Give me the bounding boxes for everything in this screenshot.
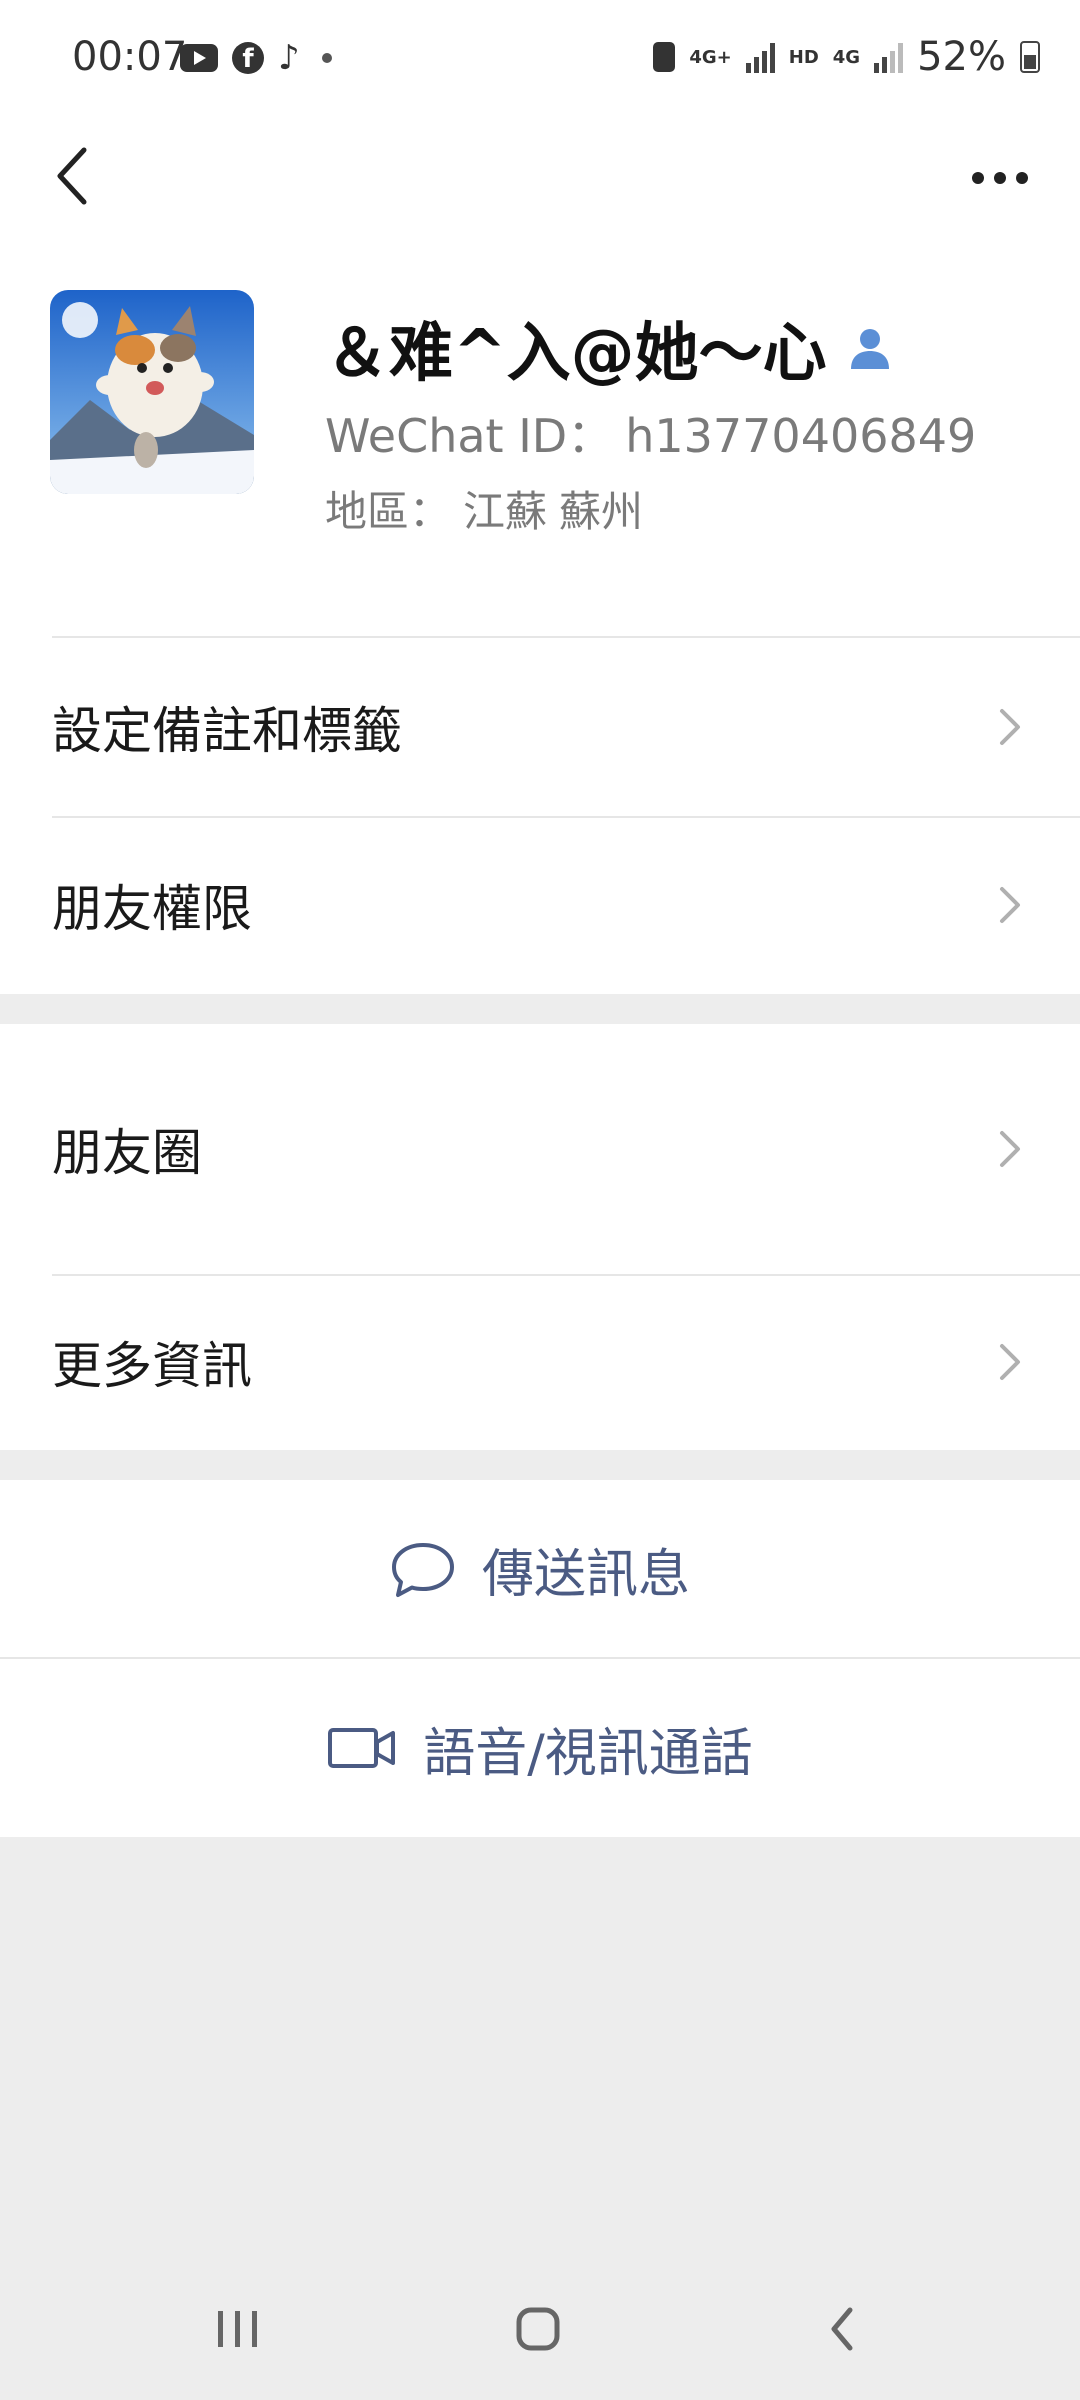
back-arrow-icon: [831, 2307, 853, 2351]
voice-video-call-button[interactable]: 語音/視訊通話: [0, 1659, 1080, 1837]
more-notifications-dot-icon: [321, 53, 332, 63]
wechat-id-label: WeChat ID：: [325, 409, 614, 463]
signal-strength-icon: [745, 41, 775, 73]
region-province: 江蘇: [463, 487, 548, 536]
chevron-right-icon: [1000, 1344, 1020, 1380]
more-info-row[interactable]: 更多資訊: [0, 1274, 1080, 1450]
wechat-id-value: h13770406849: [625, 409, 977, 463]
row-label: 更多資訊: [52, 1337, 252, 1395]
avatar[interactable]: [50, 290, 254, 494]
signal-strength-icon-2: [874, 41, 904, 73]
battery-percent: 52%: [917, 34, 1006, 80]
youtube-icon: [180, 44, 218, 72]
row-label: 設定備註和標籤: [52, 702, 402, 760]
contact-profile-screen: 00:07 f ♪ 4G+ HD 4G 52% ＆难^入@她～心 WeChat …: [0, 0, 1080, 2400]
system-icons: 4G+ HD 4G 52%: [653, 34, 1040, 80]
chevron-right-icon: [1000, 1131, 1020, 1167]
moments-row[interactable]: 朋友圈: [0, 1024, 1080, 1274]
friend-permissions-row[interactable]: 朋友權限: [0, 816, 1080, 994]
network-type-label: 4G+: [689, 46, 732, 68]
recent-apps-button[interactable]: [192, 2284, 282, 2374]
video-camera-icon: [328, 1728, 396, 1768]
settings-group-2: 朋友圈 更多資訊: [0, 1024, 1080, 1450]
chevron-right-icon: [1000, 709, 1020, 745]
wechat-id: WeChat ID： h13770406849: [325, 400, 976, 466]
settings-group-1: 設定備註和標籤 朋友權限: [0, 638, 1080, 994]
recents-icon: [217, 2311, 223, 2347]
home-icon: [516, 2307, 560, 2351]
home-button[interactable]: [493, 2284, 583, 2374]
chevron-right-icon: [1000, 887, 1020, 923]
hd-voice-label: HD: [788, 46, 819, 68]
status-time: 00:07: [72, 34, 188, 80]
system-back-button[interactable]: [798, 2284, 888, 2374]
chat-bubble-icon: [391, 1543, 454, 1597]
voice-video-call-label: 語音/視訊通話: [423, 1723, 753, 1784]
more-dots-icon: [972, 172, 984, 184]
tiktok-icon: ♪: [278, 38, 300, 78]
region: 地區： 江蘇 蘇州: [325, 478, 643, 539]
status-bar: 00:07 f ♪ 4G+ HD 4G 52%: [0, 0, 1080, 120]
region-label: 地區：: [325, 487, 452, 536]
back-button[interactable]: [38, 134, 118, 214]
system-navigation-bar: [0, 2260, 1080, 2400]
region-city: 蘇州: [559, 487, 644, 536]
row-label: 朋友權限: [52, 880, 252, 938]
network-type-label-2: 4G: [832, 46, 861, 68]
contact-nickname: ＆难^入@她～心: [325, 302, 895, 394]
set-remark-and-tags-row[interactable]: 設定備註和標籤: [0, 638, 1080, 816]
top-nav-bar: [0, 120, 1080, 250]
avatar-image: [50, 290, 254, 494]
nickname-text: ＆难^入@她～心: [325, 317, 827, 391]
facebook-icon: f: [232, 42, 264, 74]
row-label: 朋友圈: [52, 1124, 202, 1182]
more-options-button[interactable]: [960, 158, 1040, 198]
chevron-left-icon: [57, 147, 87, 205]
notification-icons: f ♪: [180, 38, 332, 78]
person-icon: [850, 329, 889, 369]
battery-icon: [1020, 41, 1040, 73]
send-message-button[interactable]: 傳送訊息: [0, 1480, 1080, 1658]
data-saver-icon: [653, 42, 676, 72]
send-message-label: 傳送訊息: [481, 1544, 690, 1605]
profile-header: ＆难^入@她～心 WeChat ID： h13770406849 地區： 江蘇 蘇州: [0, 250, 1080, 638]
